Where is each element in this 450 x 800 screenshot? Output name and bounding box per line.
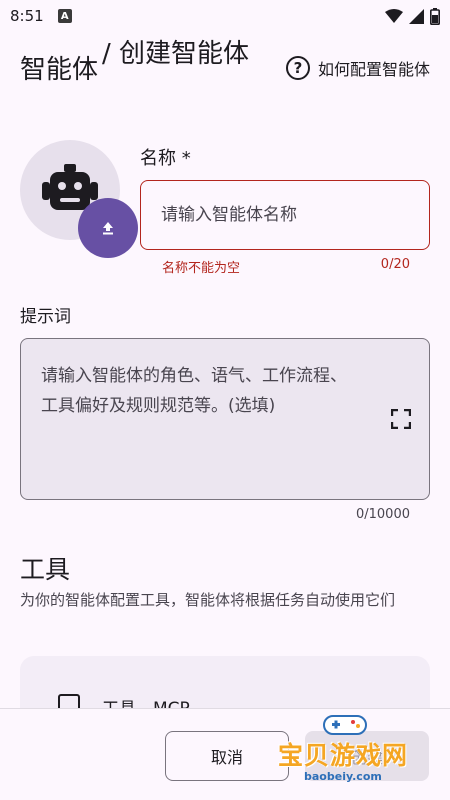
expand-icon[interactable] [391, 409, 411, 429]
status-bar: 8:51 A [0, 0, 450, 32]
create-button[interactable]: 创建 [305, 731, 429, 781]
help-link[interactable]: ? 如何配置智能体 [285, 56, 430, 80]
name-error-text: 名称不能为空 [162, 261, 241, 276]
name-input[interactable] [140, 180, 430, 250]
name-char-counter: 0/20 [380, 257, 410, 272]
status-time: 8:51 [10, 7, 44, 25]
wifi-icon [385, 9, 403, 23]
upload-avatar-button[interactable] [78, 198, 138, 258]
status-icons [385, 7, 440, 25]
prompt-label: 提示词 [20, 307, 71, 327]
help-label: 如何配置智能体 [317, 60, 430, 79]
upload-icon [103, 222, 113, 235]
prompt-input[interactable]: 请输入智能体的角色、语气、工作流程、工具偏好及规则规范等。(选填) [20, 338, 430, 500]
bottom-action-bar: 取消 创建 [0, 708, 450, 800]
title-main: 智能体 [20, 55, 99, 85]
notification-icon: A [57, 9, 72, 23]
battery-icon [430, 7, 440, 25]
signal-icon [409, 8, 424, 24]
tools-section-title: 工具 [20, 555, 71, 584]
help-icon: ? [285, 56, 310, 80]
cancel-button[interactable]: 取消 [165, 731, 289, 781]
prompt-placeholder: 请输入智能体的角色、语气、工作流程、工具偏好及规则规范等。(选填) [41, 366, 347, 416]
name-label: 名称 * [140, 148, 191, 169]
tools-description: 为你的智能体配置工具，智能体将根据任务自动使用它们 [20, 591, 396, 609]
prompt-char-counter: 0/10000 [355, 507, 410, 522]
title-breadcrumb: / 创建智能体 [102, 39, 250, 69]
